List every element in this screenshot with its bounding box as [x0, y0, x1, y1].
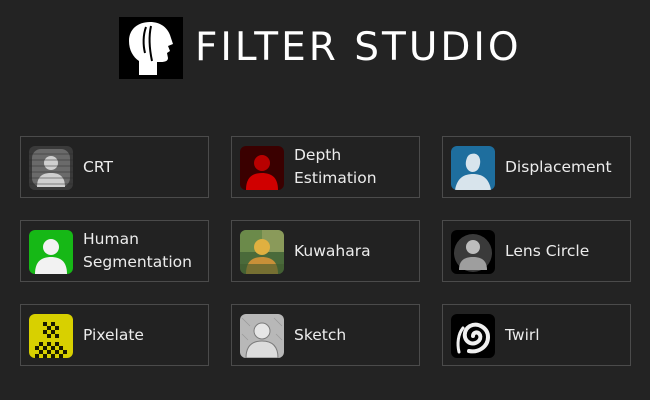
filter-card-kuwahara[interactable]: Kuwahara: [231, 220, 420, 282]
lens-circle-icon: [451, 230, 495, 274]
filter-card-pixelate[interactable]: Pixelate: [20, 304, 209, 366]
filter-card-crt[interactable]: CRT: [20, 136, 209, 198]
kuwahara-icon: [240, 230, 284, 274]
app-title: FILTER STUDIO: [195, 25, 522, 70]
crt-filter-icon: [29, 146, 73, 190]
app-header: FILTER STUDIO: [0, 0, 650, 100]
human-segmentation-icon: [29, 230, 73, 274]
filter-card-human-segmentation[interactable]: Human Segmentation: [20, 220, 209, 282]
filter-label: Depth Estimation: [294, 146, 377, 187]
filter-card-twirl[interactable]: Twirl: [442, 304, 631, 366]
filter-label: Displacement: [505, 157, 612, 176]
filter-label: Lens Circle: [505, 241, 590, 260]
filter-card-displacement[interactable]: Displacement: [442, 136, 631, 198]
human-head-profile-icon: [119, 17, 183, 79]
filter-label: Twirl: [505, 325, 540, 344]
pixelate-icon: [29, 314, 73, 358]
filter-label: Kuwahara: [294, 241, 371, 260]
twirl-icon: [451, 314, 495, 358]
sketch-icon: [240, 314, 284, 358]
filter-card-sketch[interactable]: Sketch: [231, 304, 420, 366]
filter-label: CRT: [83, 157, 113, 176]
filter-card-lens-circle[interactable]: Lens Circle: [442, 220, 631, 282]
filter-label: Human Segmentation: [83, 230, 192, 271]
filter-label: Pixelate: [83, 325, 144, 344]
displacement-icon: [451, 146, 495, 190]
filter-card-depth-estimation[interactable]: Depth Estimation: [231, 136, 420, 198]
filter-label: Sketch: [294, 325, 347, 344]
depth-estimation-icon: [240, 146, 284, 190]
